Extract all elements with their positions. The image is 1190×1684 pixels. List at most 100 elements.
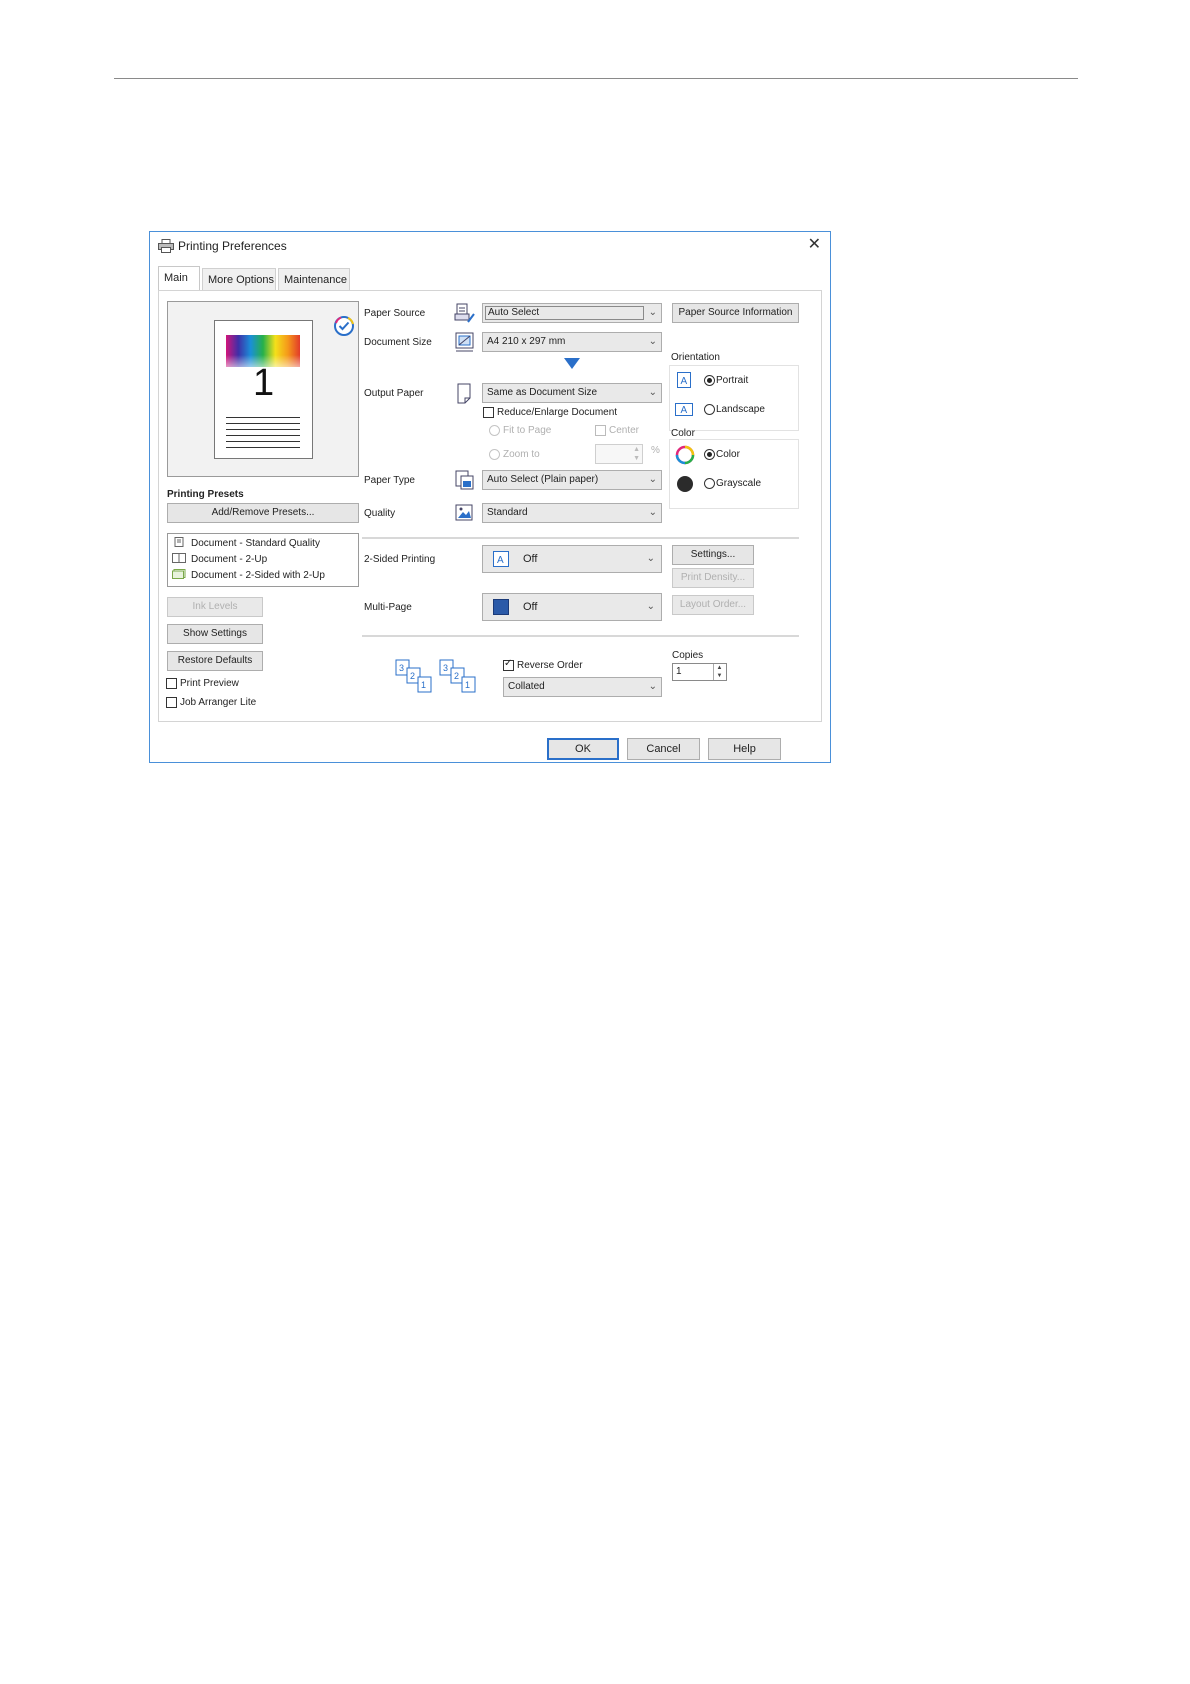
quality-icon (455, 504, 473, 521)
preset-item-2-sided-2-up[interactable]: Document - 2-Sided with 2-Up (172, 568, 325, 583)
print-preview-area: 1 (167, 301, 359, 477)
grayscale-label: Grayscale (716, 478, 762, 489)
copies-label: Copies (672, 650, 704, 661)
preview-text-line (226, 435, 300, 436)
ok-button[interactable]: OK (547, 738, 619, 760)
page-header-rule (114, 78, 1078, 79)
document-size-select[interactable]: A4 210 x 297 mm ⌄ (482, 332, 662, 352)
color-label: Color (716, 449, 740, 460)
portrait-icon: A (677, 372, 691, 388)
two-sided-printing-value: Off (523, 553, 538, 565)
document-size-value: A4 210 x 297 mm (487, 336, 566, 347)
close-icon[interactable]: ✕ (808, 237, 821, 253)
zoom-to-label: Zoom to (503, 449, 540, 460)
chevron-down-icon: ⌄ (648, 336, 657, 347)
tab-main[interactable]: Main (158, 266, 200, 290)
collate-value: Collated (508, 681, 545, 692)
svg-text:1: 1 (465, 680, 470, 690)
tab-more-options[interactable]: More Options (202, 268, 276, 290)
paper-type-select[interactable]: Auto Select (Plain paper) ⌄ (482, 470, 662, 490)
output-paper-label: Output Paper (364, 388, 424, 399)
preview-text-line (226, 447, 300, 448)
tab-maintenance[interactable]: Maintenance (278, 268, 350, 290)
quality-label: Quality (364, 508, 396, 519)
paper-source-label: Paper Source (364, 308, 426, 319)
portrait-label: Portrait (716, 375, 749, 386)
show-settings-button[interactable]: Show Settings (167, 624, 263, 644)
two-sided-page-icon: A (493, 551, 509, 567)
two-sided-printing-select[interactable]: A Off ⌄ (482, 545, 662, 573)
window-title: Printing Preferences (178, 239, 287, 253)
paper-type-icon (455, 470, 474, 490)
two-sided-printing-label: 2-Sided Printing (364, 554, 436, 565)
center-checkbox[interactable] (595, 425, 606, 436)
quality-select[interactable]: Standard ⌄ (482, 503, 662, 523)
two-sided-two-up-icon (172, 569, 186, 579)
reduce-enlarge-checkbox[interactable] (483, 407, 494, 418)
chevron-down-icon: ⌄ (646, 601, 655, 612)
paper-source-select[interactable]: Auto Select ⌄ (482, 303, 662, 323)
section-divider (362, 635, 799, 637)
chevron-down-icon: ⌄ (646, 553, 655, 564)
check-circle-icon (334, 316, 354, 336)
portrait-radio[interactable] (704, 375, 715, 386)
chevron-down-icon: ⌄ (648, 681, 657, 692)
svg-text:A: A (497, 555, 504, 566)
multi-page-value: Off (523, 601, 538, 613)
quality-value: Standard (487, 507, 528, 518)
reverse-order-checkbox[interactable]: ✓ (503, 658, 514, 671)
document-icon (174, 537, 184, 547)
print-preview-checkbox[interactable] (166, 678, 177, 689)
ink-levels-button[interactable]: Ink Levels (167, 597, 263, 617)
checkmark-icon: ✓ (504, 658, 513, 669)
arrow-down-icon (564, 358, 580, 369)
paper-source-information-button[interactable]: Paper Source Information (672, 303, 799, 323)
chevron-down-icon: ⌄ (648, 307, 657, 318)
job-arranger-checkbox[interactable] (166, 697, 177, 708)
document-size-icon (455, 332, 474, 352)
collated-stack-icon: 3 2 1 (395, 659, 432, 693)
preset-item-standard-quality[interactable]: Document - Standard Quality (172, 536, 320, 551)
grayscale-radio[interactable] (704, 478, 715, 489)
landscape-label: Landscape (716, 404, 765, 415)
cancel-button[interactable]: Cancel (627, 738, 700, 760)
main-tab-panel: 1 Printing Presets Add/Remove Presets...… (158, 290, 822, 722)
output-paper-select[interactable]: Same as Document Size ⌄ (482, 383, 662, 403)
color-wheel-icon (675, 445, 695, 465)
stepper-arrows-icon: ▲ ▼ (633, 446, 640, 462)
section-divider (362, 537, 799, 539)
collate-select[interactable]: Collated ⌄ (503, 677, 662, 697)
preview-page: 1 (214, 320, 313, 459)
print-density-button[interactable]: Print Density... (672, 568, 754, 588)
preset-item-2-up[interactable]: Document - 2-Up (172, 552, 267, 567)
radio-selected-dot (707, 452, 712, 457)
restore-defaults-button[interactable]: Restore Defaults (167, 651, 263, 671)
stepper-arrows-icon[interactable]: ▲ ▼ (713, 664, 725, 680)
zoom-percent-stepper[interactable]: ▲ ▼ (595, 444, 643, 464)
copies-value: 1 (676, 666, 682, 677)
copies-stepper[interactable]: 1 ▲ ▼ (672, 663, 727, 681)
color-heading: Color (671, 428, 695, 439)
help-button[interactable]: Help (708, 738, 781, 760)
svg-text:3: 3 (443, 663, 448, 673)
two-sided-settings-button[interactable]: Settings... (672, 545, 754, 565)
preset-label: Document - 2-Sided with 2-Up (191, 570, 325, 581)
fit-to-page-radio[interactable] (489, 425, 500, 436)
svg-text:A: A (681, 376, 688, 387)
print-preview-label: Print Preview (180, 678, 239, 689)
chevron-down-icon: ⌄ (648, 507, 657, 518)
preview-page-number: 1 (253, 362, 275, 404)
landscape-radio[interactable] (704, 404, 715, 415)
zoom-percent-sign: % (651, 445, 660, 456)
orientation-heading: Orientation (671, 352, 720, 363)
paper-source-value: Auto Select (488, 307, 540, 318)
radio-selected-dot (707, 378, 712, 383)
reduce-enlarge-label: Reduce/Enlarge Document (497, 407, 618, 418)
multi-page-select[interactable]: Off ⌄ (482, 593, 662, 621)
add-remove-presets-button[interactable]: Add/Remove Presets... (167, 503, 359, 523)
layout-order-button[interactable]: Layout Order... (672, 595, 754, 615)
title-bar: Printing Preferences ✕ (150, 232, 830, 260)
zoom-to-radio[interactable] (489, 449, 500, 460)
color-radio[interactable] (704, 449, 715, 460)
output-paper-icon (457, 383, 471, 404)
